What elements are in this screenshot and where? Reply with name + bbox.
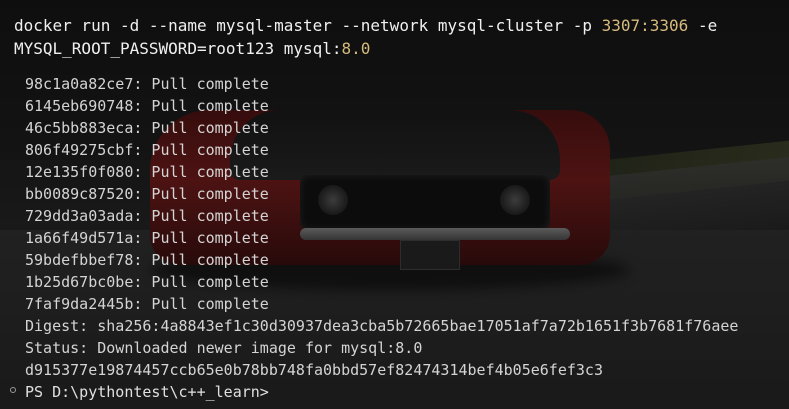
pull-line: 12e135f0f080: Pull complete [25,163,269,181]
pull-line: 46c5bb883eca: Pull complete [25,119,269,137]
pull-line: 729dd3a03ada: Pull complete [25,207,269,225]
command-line-2: MYSQL_ROOT_PASSWORD=root123 mysql:8.0 [14,39,371,58]
status-line: Status: Downloaded newer image for mysql… [25,339,423,357]
pull-line: 1a66f49d571a: Pull complete [25,229,269,247]
digest-line: Digest: sha256:4a8843ef1c30d30937dea3cba… [25,317,739,335]
container-id-line: d915377e19874457ccb65e0b78bb748fa0bbd57e… [25,361,603,379]
pull-line: 59bdefbbef78: Pull complete [25,251,269,269]
command-line-1: docker run -d --name mysql-master --netw… [14,16,718,35]
command-decoration-icon [10,387,16,393]
pull-line: 6145eb690748: Pull complete [25,97,269,115]
shell-prompt[interactable]: PS D:\pythontest\c++_learn> [25,381,269,403]
pull-line: 98c1a0a82ce7: Pull complete [25,75,269,93]
pull-line: bb0089c87520: Pull complete [25,185,269,203]
pull-line: 806f49275cbf: Pull complete [25,141,269,159]
pull-line: 1b25d67bc0be: Pull complete [25,273,269,291]
terminal-window[interactable]: docker run -d --name mysql-master --netw… [0,0,789,409]
pull-line: 7faf9da2445b: Pull complete [25,295,269,313]
